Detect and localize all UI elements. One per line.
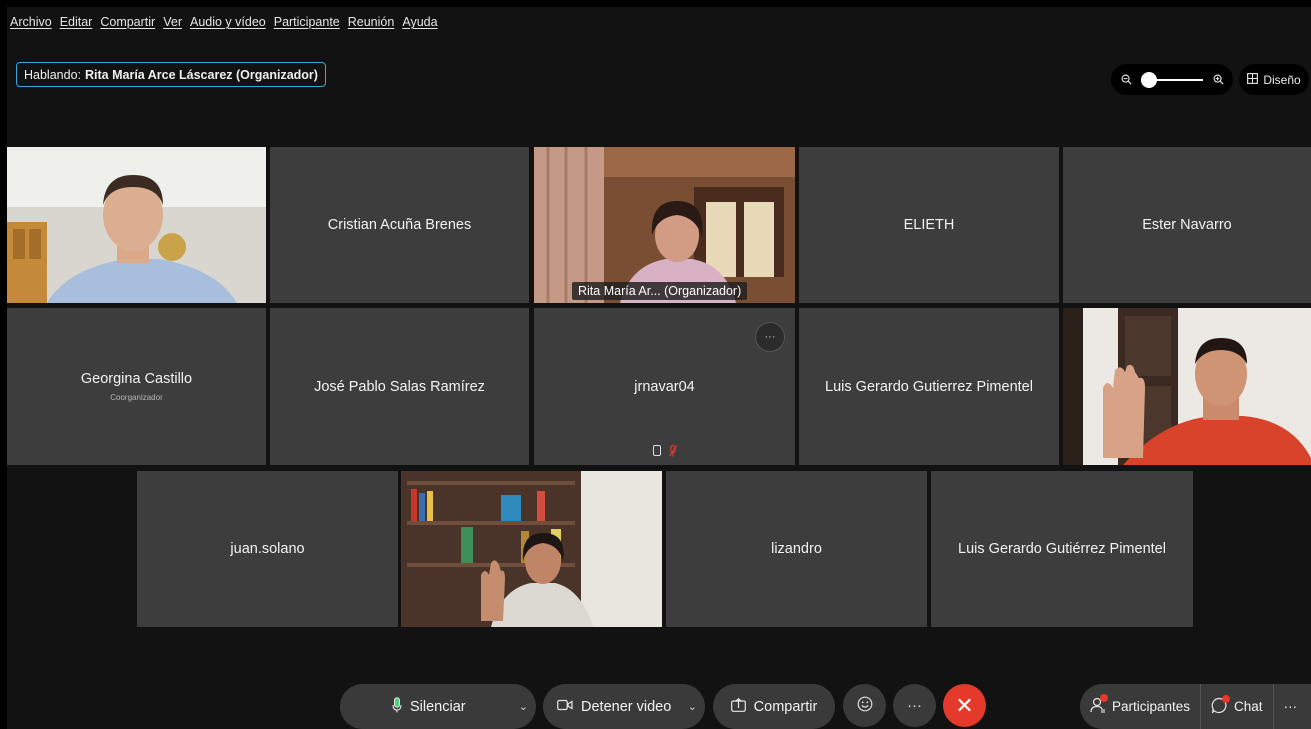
participant-name: Georgina Castillo [80,371,193,387]
chat-button[interactable]: Chat [1201,684,1274,729]
notification-dot [1222,694,1231,703]
right-controls: Participantes Chat ··· [1080,684,1311,729]
participant-video-feed [7,147,266,303]
participant-tile-video-1[interactable] [7,147,266,303]
mic-muted-icon [668,444,677,460]
participants-icon [1090,694,1108,716]
participant-tile-8[interactable]: ··· jrnavar04 [534,308,795,465]
participant-name: jrnavar04 [634,378,695,395]
participant-name: Cristian Acuña Brenes [327,217,472,233]
menu-participante[interactable]: Participante [274,15,340,29]
grid-icon [1247,72,1259,87]
participant-tile-6[interactable]: Georgina Castillo Coorganizador [7,308,266,465]
video-label-group: Detener video [557,699,671,715]
layout-button[interactable]: Diseño [1239,64,1309,95]
speaker-caption: Rita María Ar... (Organizador) [572,282,748,300]
menu-reunion[interactable]: Reunión [348,15,395,29]
share-button[interactable]: Compartir [713,684,835,729]
menu-compartir[interactable]: Compartir [100,15,155,29]
participants-label: Participantes [1112,699,1191,714]
layout-label: Diseño [1263,72,1301,87]
participant-video-feed [534,147,795,303]
menu-bar: Archivo Editar Compartir Ver Audio y víd… [7,7,446,37]
participants-button[interactable]: Participantes [1080,684,1202,729]
participant-tile-4[interactable]: ELIETH [799,147,1059,303]
mute-button[interactable]: Silenciar ⌄ [340,684,536,729]
menu-archivo[interactable]: Archivo [10,15,52,29]
zoom-knob[interactable] [1141,71,1157,88]
participant-video-feed [1063,308,1311,465]
tile-more-button[interactable]: ··· [755,322,785,352]
menu-editar[interactable]: Editar [60,15,93,29]
participant-tile-9[interactable]: Luis Gerardo Gutierrez Pimentel [799,308,1059,465]
participant-video-feed [401,471,662,627]
participant-tile-7[interactable]: José Pablo Salas Ramírez [270,308,529,465]
end-call-button[interactable]: ✕ [943,684,986,727]
zoom-slider[interactable] [1111,64,1233,95]
chat-icon [1211,694,1231,717]
notification-dot [1100,694,1108,702]
zoom-track[interactable] [1141,71,1203,88]
share-label: Compartir [753,698,818,715]
participant-tile-14[interactable]: Luis Gerardo Gutiérrez Pimentel [931,471,1193,627]
meeting-window: Archivo Editar Compartir Ver Audio y víd… [7,7,1311,729]
share-label-group: Compartir [730,697,818,716]
participant-tile-5[interactable]: Ester Navarro [1063,147,1311,303]
emoji-icon [857,696,873,716]
tile-status-icons [534,444,795,460]
participant-tile-video-10[interactable] [1063,308,1311,465]
participant-name: Ester Navarro [1142,217,1232,233]
participant-tile-13[interactable]: lizandro [666,471,927,627]
participant-tile-2[interactable]: Cristian Acuña Brenes [270,147,529,303]
participant-tile-active-speaker[interactable]: Rita María Ar... (Organizador) [534,147,795,303]
mobile-device-icon [652,445,661,456]
participant-name: Luis Gerardo Gutierrez Pimentel [825,378,1033,395]
more-options-button[interactable]: ··· [893,684,936,727]
speaking-prefix: Hablando: [24,67,81,82]
menu-ver[interactable]: Ver [163,15,182,29]
share-icon [730,697,746,716]
chat-label: Chat [1234,699,1263,714]
speaking-name: Rita María Arce Láscarez (Organizador) [85,67,318,82]
participant-name: ELIETH [903,217,955,233]
participant-name: lizandro [771,541,822,557]
chevron-down-icon[interactable]: ⌄ [519,700,528,713]
close-icon: ✕ [955,692,974,718]
chevron-down-icon[interactable]: ⌄ [688,700,697,713]
video-camera-icon [557,699,573,715]
reactions-button[interactable] [843,684,886,727]
speaking-indicator: Hablando: Rita María Arce Láscarez (Orga… [16,62,326,87]
zoom-in-icon[interactable] [1211,73,1225,87]
participant-role: Coorganizador [110,393,163,402]
participant-tile-11[interactable]: juan.solano [137,471,398,627]
video-label: Detener video [581,698,672,715]
mute-label: Silenciar [410,698,466,715]
menu-audio-video[interactable]: Audio y vídeo [190,15,266,29]
overflow-button[interactable]: ··· [1274,684,1308,729]
participant-tile-video-12[interactable] [401,471,662,627]
menu-ayuda[interactable]: Ayuda [402,15,437,29]
microphone-icon [392,696,402,717]
stop-video-button[interactable]: Detener video ⌄ [543,684,705,729]
participant-name: José Pablo Salas Ramírez [314,378,485,395]
mute-label-group: Silenciar [392,696,466,717]
participant-name: Luis Gerardo Gutiérrez Pimentel [958,541,1166,557]
zoom-out-icon[interactable] [1119,73,1133,87]
participant-name: juan.solano [230,541,305,557]
